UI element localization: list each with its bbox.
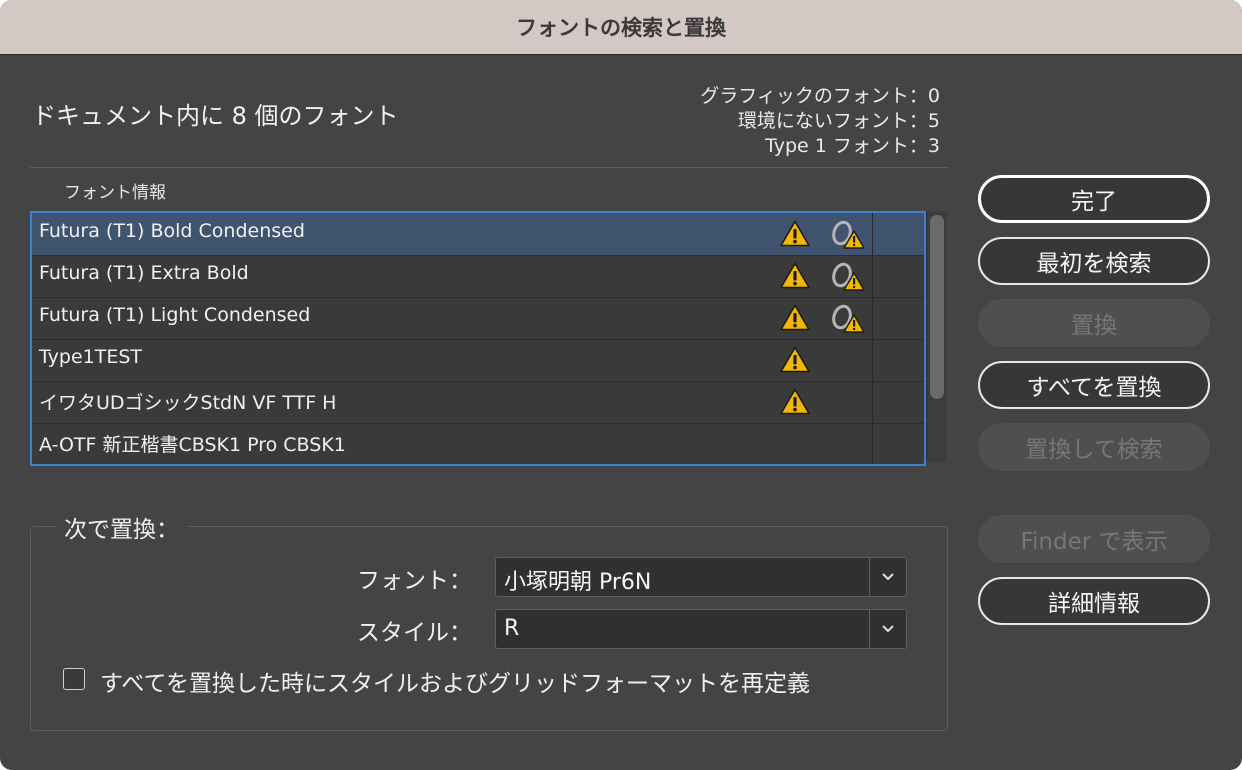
- font-list-row[interactable]: Futura (T1) Bold Condensed: [32, 213, 924, 256]
- redefine-style-checkbox[interactable]: [63, 668, 85, 690]
- column-separator: [872, 297, 873, 339]
- style-select[interactable]: R: [495, 609, 907, 649]
- titlebar[interactable]: フォントの検索と置換: [0, 0, 1242, 55]
- find-first-button[interactable]: 最初を検索: [978, 237, 1210, 285]
- font-list-label: フォント情報: [64, 183, 166, 203]
- style-select-value: R: [504, 616, 520, 641]
- select-separator: [869, 558, 870, 596]
- type1-font-warning-icon: [829, 303, 865, 333]
- font-list-row[interactable]: Type1TEST: [32, 339, 924, 382]
- change-find-button[interactable]: 置換して検索: [978, 423, 1210, 471]
- document-font-count: ドキュメント内に 8 個のフォント: [32, 102, 399, 130]
- divider: [30, 167, 948, 168]
- font-name: Futura (T1) Extra Bold: [39, 262, 249, 284]
- find-font-dialog: フォントの検索と置換 ドキュメント内に 8 個のフォント グラフィックのフォント…: [0, 0, 1242, 770]
- more-info-button[interactable]: 詳細情報: [978, 577, 1210, 625]
- font-list[interactable]: Futura (T1) Bold Condensed Futura (T1) Ex…: [30, 211, 926, 466]
- font-stats: グラフィックのフォント：0 環境にないフォント：5 Type 1 フォント：3: [700, 84, 940, 159]
- font-field-label: フォント：: [357, 568, 472, 594]
- font-select-value: 小塚明朝 Pr6N: [504, 570, 652, 595]
- font-list-row[interactable]: A-OTF 新正楷書CBSK1 Pro CBSK1: [32, 423, 924, 464]
- warning-icon: [780, 388, 810, 415]
- column-separator: [872, 423, 873, 464]
- stat-type1-fonts: Type 1 フォント：3: [765, 135, 940, 157]
- reveal-in-finder-button[interactable]: Finder で表示: [978, 515, 1210, 563]
- font-name: Futura (T1) Bold Condensed: [39, 220, 305, 242]
- column-separator: [872, 339, 873, 381]
- scrollbar-thumb[interactable]: [930, 215, 944, 399]
- font-select[interactable]: 小塚明朝 Pr6N: [495, 557, 907, 597]
- done-button[interactable]: 完了: [978, 175, 1210, 223]
- select-separator: [869, 610, 870, 648]
- stat-missing-fonts: 環境にないフォント：5: [737, 110, 940, 132]
- font-list-row[interactable]: Futura (T1) Light Condensed: [32, 297, 924, 340]
- column-separator: [872, 213, 873, 255]
- font-list-scrollbar[interactable]: [926, 211, 947, 462]
- redefine-style-label[interactable]: すべてを置換した時にスタイルおよびグリッドフォーマットを再定義: [100, 664, 810, 698]
- font-list-row[interactable]: Futura (T1) Extra Bold: [32, 255, 924, 298]
- column-separator: [872, 381, 873, 423]
- change-all-button[interactable]: すべてを置換: [978, 361, 1210, 409]
- style-field-label: スタイル：: [357, 620, 472, 646]
- font-name: A-OTF 新正楷書CBSK1 Pro CBSK1: [39, 434, 346, 456]
- column-separator: [872, 255, 873, 297]
- window-title: フォントの検索と置換: [516, 16, 726, 40]
- font-list-row[interactable]: イワタUDゴシックStdN VF TTF H: [32, 381, 924, 424]
- type1-font-warning-icon: [829, 261, 865, 291]
- font-name: イワタUDゴシックStdN VF TTF H: [39, 392, 337, 414]
- warning-icon: [780, 262, 810, 289]
- chevron-down-icon[interactable]: [878, 566, 898, 586]
- warning-icon: [780, 220, 810, 247]
- font-name: Type1TEST: [39, 346, 143, 368]
- warning-icon: [780, 304, 810, 331]
- replace-with-title: 次で置換：: [56, 510, 187, 544]
- stat-graphic-fonts: グラフィックのフォント：0: [700, 85, 940, 107]
- warning-icon: [780, 346, 810, 373]
- change-button[interactable]: 置換: [978, 299, 1210, 347]
- font-name: Futura (T1) Light Condensed: [39, 304, 311, 326]
- type1-font-warning-icon: [829, 219, 865, 249]
- chevron-down-icon[interactable]: [878, 618, 898, 638]
